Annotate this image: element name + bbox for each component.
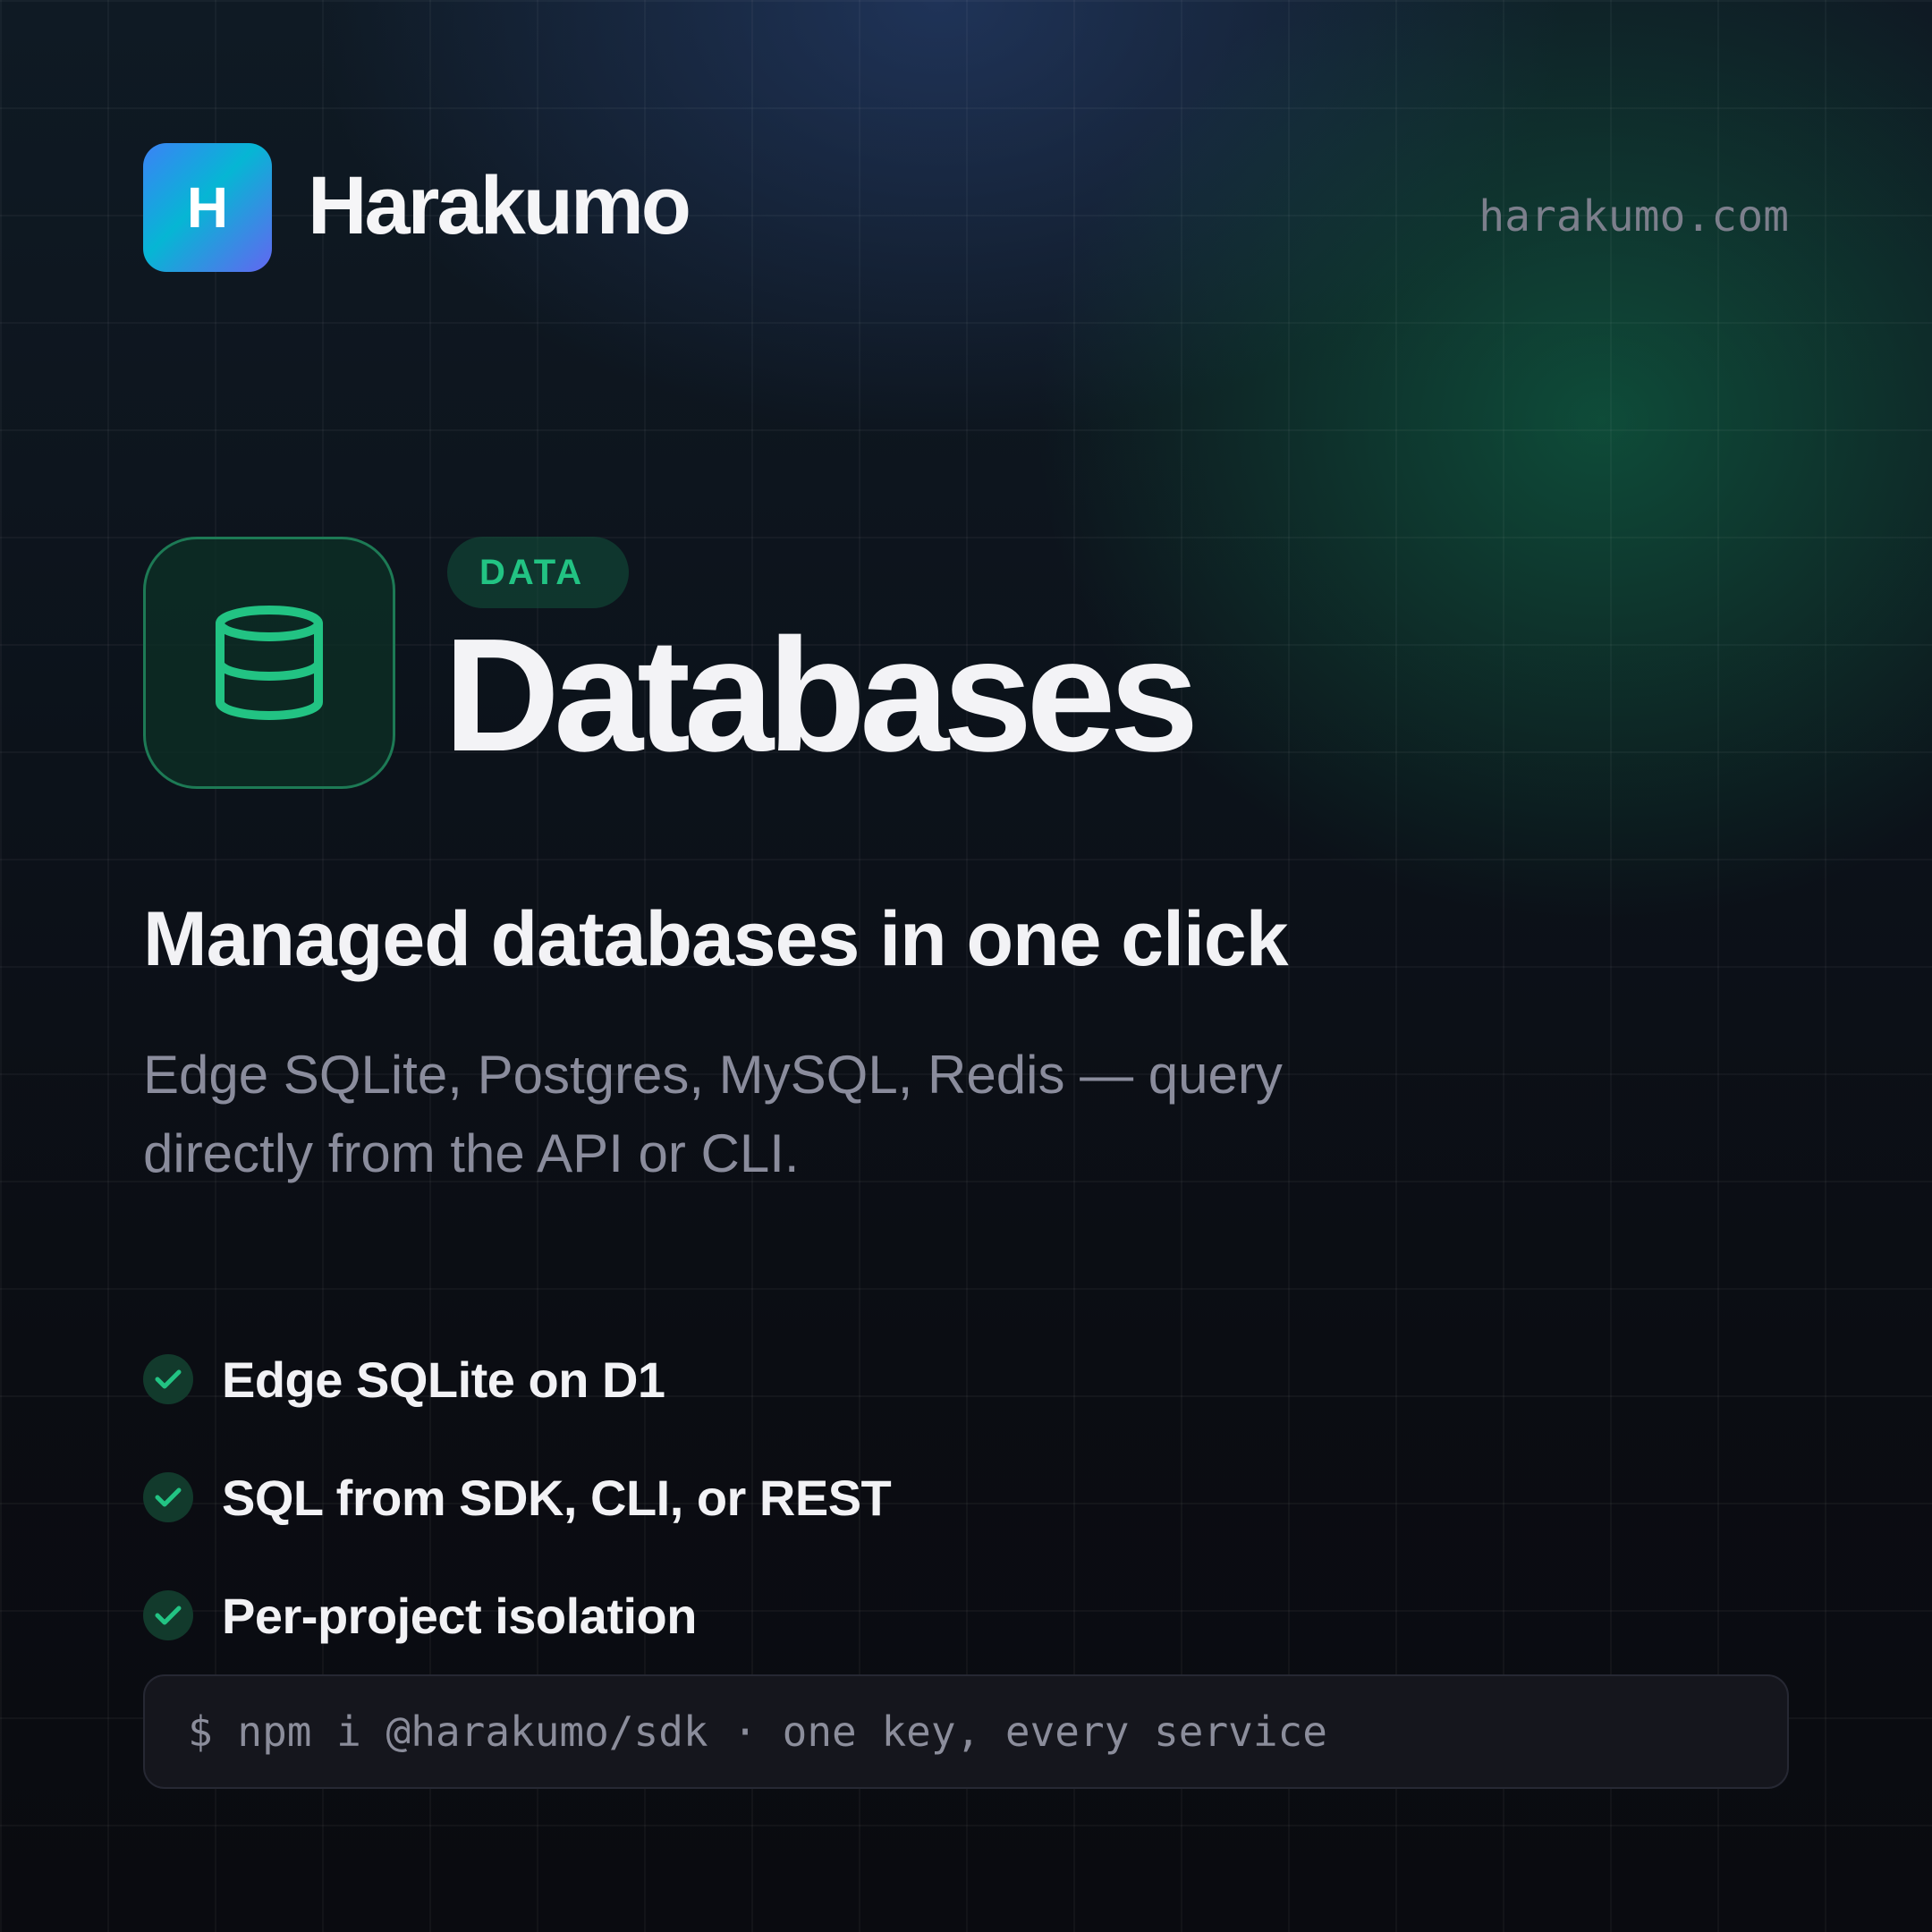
feature-item: Edge SQLite on D1	[143, 1351, 891, 1408]
database-tile	[143, 537, 395, 789]
brand-name: Harakumo	[308, 160, 691, 251]
site-url-link[interactable]: harakumo.com	[1479, 190, 1789, 243]
feature-label: Edge SQLite on D1	[222, 1351, 665, 1408]
feature-label: Per-project isolation	[222, 1587, 697, 1644]
feature-label: SQL from SDK, CLI, or REST	[222, 1469, 892, 1526]
headline: Managed databases in one click	[143, 896, 1289, 982]
logo-letter: H	[186, 175, 229, 240]
check-icon	[143, 1590, 193, 1640]
description: Edge SQLite, Postgres, MySQL, Redis — qu…	[143, 1045, 1283, 1183]
feature-item: SQL from SDK, CLI, or REST	[143, 1469, 892, 1526]
promo-card: H Harakumo harakumo.com DATA Databases M…	[0, 0, 1932, 1932]
check-icon	[143, 1354, 193, 1404]
feature-item: Per-project isolation	[143, 1587, 891, 1644]
page-title: Databases	[444, 606, 1199, 785]
database-icon	[216, 606, 323, 720]
check-icon	[143, 1472, 193, 1522]
install-command[interactable]: $ npm i @harakumo/sdk · one key, every s…	[143, 1674, 1789, 1789]
feature-list: Edge SQLite on D1 SQL from SDK, CLI, or …	[143, 1351, 892, 1705]
category-badge: DATA	[447, 537, 630, 608]
brand-logo[interactable]: H	[143, 143, 272, 272]
